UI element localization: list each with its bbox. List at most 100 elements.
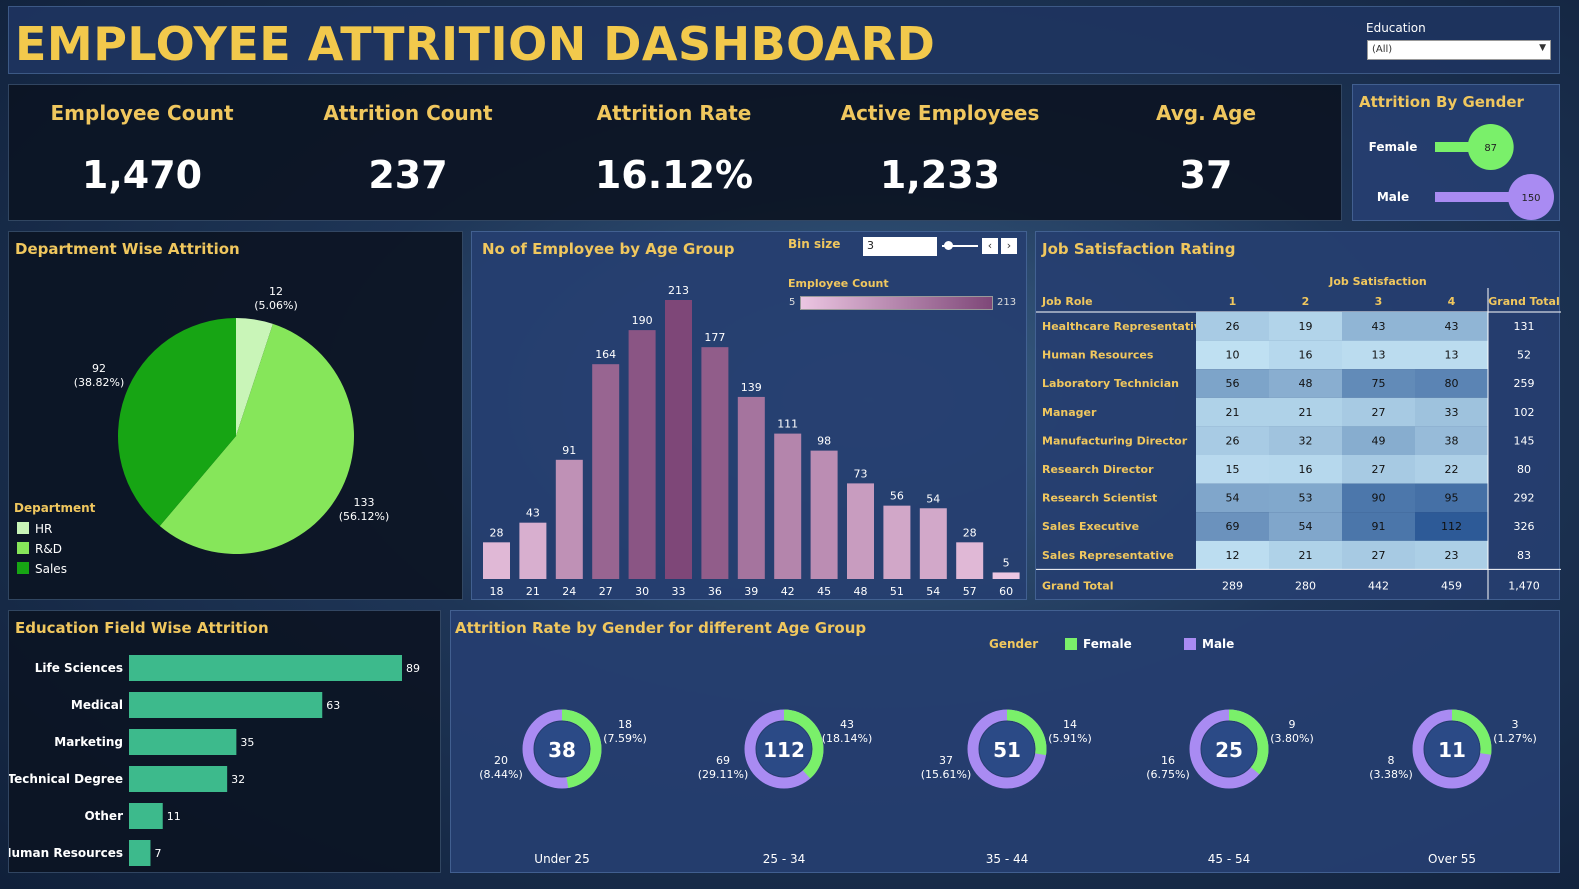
cell-value: 26 — [1226, 434, 1240, 447]
education-bar — [129, 766, 228, 792]
column-group-label: Job Satisfaction — [1328, 275, 1426, 288]
cell-value: 16 — [1299, 349, 1313, 362]
legend-swatch — [17, 542, 29, 554]
row-total: 326 — [1514, 520, 1535, 533]
education-bar — [129, 729, 237, 755]
age-group-panel: No of Employee by Age Group Bin size 3 ‹… — [471, 231, 1027, 600]
column-header: 1 — [1229, 295, 1237, 308]
column-header: 3 — [1375, 295, 1383, 308]
cell-value: 43 — [1372, 320, 1386, 333]
department-attrition-panel: Department Wise Attrition 12 (5.06%) 133 (5… — [8, 231, 463, 600]
row-total: 52 — [1517, 349, 1531, 362]
kpi-label: Attrition Rate — [596, 101, 752, 125]
cell-value: 54 — [1226, 492, 1240, 505]
job-role-label: Laboratory Technician — [1042, 377, 1179, 390]
cell-value: 91 — [1372, 520, 1386, 533]
x-tick-label: 30 — [635, 585, 649, 598]
education-bar — [129, 655, 402, 681]
bar-value-label: 190 — [632, 314, 653, 327]
education-filter-select[interactable]: (All) ▼ — [1367, 40, 1551, 60]
kpi-label: Active Employees — [840, 101, 1040, 125]
age-group-label: Under 25 — [534, 852, 589, 866]
cell-value: 26 — [1226, 320, 1240, 333]
legend-swatch — [17, 562, 29, 574]
histogram-bar — [701, 347, 729, 579]
gender-value: 87 — [1484, 143, 1497, 154]
bar-value-label: 28 — [490, 526, 504, 539]
cell-value: 95 — [1445, 492, 1459, 505]
cell-value: 23 — [1445, 549, 1459, 562]
bar-value-label: 98 — [817, 435, 831, 448]
male-value-label: 37 — [939, 754, 953, 767]
row-total: 102 — [1514, 406, 1535, 419]
kpi-value: 37 — [1179, 153, 1233, 197]
cell-value: 49 — [1372, 434, 1386, 447]
slice-percent-label: (5.06%) — [254, 299, 298, 312]
kpi-attrition-count: Attrition Count 237 — [275, 85, 541, 197]
kpi-value: 1,470 — [81, 153, 203, 197]
x-tick-label: 18 — [490, 585, 504, 598]
histogram-bar — [919, 508, 947, 579]
bar-value-label: 91 — [562, 444, 576, 457]
category-label: Technical Degree — [9, 772, 123, 786]
cell-value: 80 — [1445, 377, 1459, 390]
bar-value-label: 89 — [406, 662, 420, 675]
bar-value-label: 43 — [526, 507, 540, 520]
category-label: Other — [84, 809, 123, 823]
cell-value: 10 — [1226, 349, 1240, 362]
male-percent-label: (8.44%) — [479, 768, 523, 781]
female-percent-label: (5.91%) — [1048, 732, 1092, 745]
histogram-bar — [519, 522, 547, 579]
row-total: 259 — [1514, 377, 1535, 390]
job-satisfaction-panel: Job Satisfaction Rating Job Satisfaction… — [1035, 231, 1561, 600]
kpi-label: Attrition Count — [323, 101, 493, 125]
column-header: 2 — [1302, 295, 1310, 308]
cell-value: 22 — [1445, 463, 1459, 476]
category-label: Medical — [71, 698, 123, 712]
x-tick-label: 33 — [672, 585, 686, 598]
donut-total: 11 — [1438, 738, 1466, 762]
gender-age-donuts: 3818(7.59%)20(8.44%)Under 2511243(18.14%… — [479, 709, 1537, 866]
job-role-label: Manager — [1042, 406, 1097, 419]
bar-value-label: 5 — [1003, 556, 1010, 569]
histogram-bar — [956, 542, 984, 579]
male-value-label: 69 — [716, 754, 730, 767]
bar-value-label: 11 — [167, 810, 181, 823]
slice-value-label: 92 — [92, 362, 106, 375]
education-bar — [129, 840, 151, 866]
age-group-label: 25 - 34 — [763, 852, 806, 866]
bar-value-label: 111 — [777, 418, 798, 431]
male-percent-label: (3.38%) — [1369, 768, 1413, 781]
dashboard-title: EMPLOYEE ATTRITION DASHBOARD — [15, 17, 936, 71]
female-value-label: 14 — [1063, 718, 1077, 731]
male-value-label: 16 — [1161, 754, 1175, 767]
bar-value-label: 35 — [240, 736, 254, 749]
job-role-label: Healthcare Representative — [1042, 320, 1208, 333]
histogram-bar — [883, 505, 911, 579]
row-total: 83 — [1517, 549, 1531, 562]
cell-value: 90 — [1372, 492, 1386, 505]
gender-label: Male — [1377, 190, 1409, 204]
chevron-down-icon[interactable]: ▼ — [1539, 43, 1546, 53]
x-tick-label: 24 — [562, 585, 576, 598]
histogram-bar — [628, 330, 656, 579]
job-role-label: Research Scientist — [1042, 492, 1157, 505]
bar-value-label: 63 — [326, 699, 340, 712]
cell-value: 53 — [1299, 492, 1313, 505]
x-tick-label: 21 — [526, 585, 540, 598]
female-percent-label: (18.14%) — [822, 732, 873, 745]
x-tick-label: 54 — [926, 585, 940, 598]
cell-value: 15 — [1226, 463, 1240, 476]
bar-value-label: 56 — [890, 490, 904, 503]
cell-value: 38 — [1445, 434, 1459, 447]
legend-label: HR — [35, 522, 52, 536]
legend-swatch — [17, 522, 29, 534]
gender-age-panel: Attrition Rate by Gender for different A… — [450, 610, 1560, 873]
cell-value: 13 — [1445, 349, 1459, 362]
histogram-bar — [555, 459, 583, 579]
legend-title: Department — [14, 501, 96, 515]
male-value-label: 8 — [1388, 754, 1395, 767]
bar-value-label: 164 — [595, 348, 616, 361]
kpi-value: 16.12% — [594, 153, 754, 197]
male-percent-label: (6.75%) — [1146, 768, 1190, 781]
